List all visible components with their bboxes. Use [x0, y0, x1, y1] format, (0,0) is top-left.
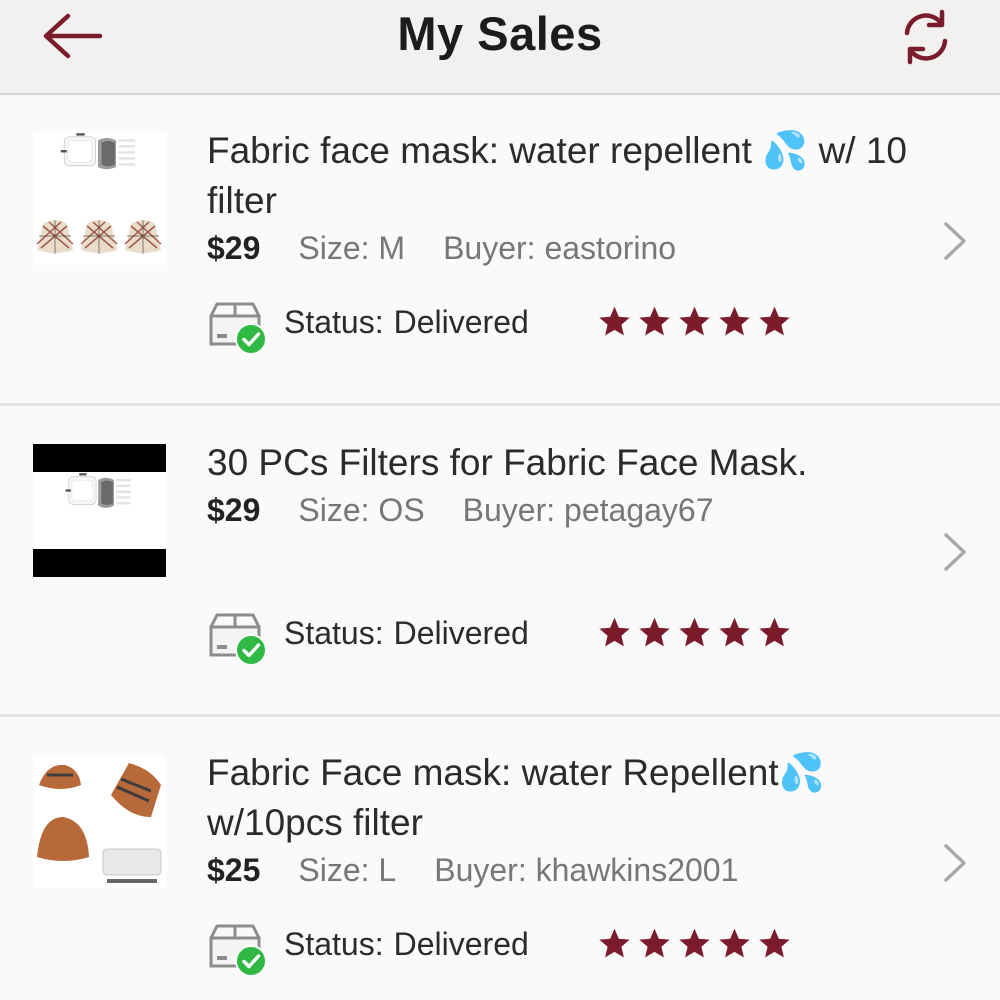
star-icon	[757, 615, 792, 650]
sale-row[interactable]: Fabric face mask: water repellent 💦 w/ 1…	[0, 95, 1000, 406]
star-icon	[757, 926, 792, 961]
product-thumbnail	[33, 755, 166, 888]
size: Size: OS	[298, 492, 425, 528]
star-icon	[597, 615, 632, 650]
star-icon	[717, 615, 752, 650]
status-text: Status: Delivered	[284, 926, 529, 963]
chevron-right-icon	[940, 842, 970, 884]
star-icon	[677, 304, 712, 339]
star-icon	[757, 304, 792, 339]
chevron-right-icon	[940, 220, 970, 262]
star-icon	[637, 926, 672, 961]
star-icon	[597, 304, 632, 339]
sale-meta: $29 Size: OS Buyer: petagay67	[207, 488, 927, 532]
price: $25	[207, 852, 261, 888]
sale-row[interactable]: 30 PCs Filters for Fabric Face Mask. $29…	[0, 406, 1000, 717]
app-header: My Sales	[0, 0, 1000, 95]
status-value: Delivered	[393, 304, 529, 340]
star-icon	[637, 304, 672, 339]
item-title: Fabric Face mask: water Repellent💦 w/10p…	[207, 752, 825, 843]
delivered-box-icon	[207, 922, 269, 978]
status-label: Status:	[284, 304, 384, 340]
refresh-icon	[904, 9, 948, 65]
star-icon	[677, 926, 712, 961]
price: $29	[207, 230, 261, 266]
star-rating	[597, 926, 792, 964]
status-label: Status:	[284, 926, 384, 962]
chevron-right-icon	[940, 531, 970, 573]
sale-meta: $25 Size: L Buyer: khawkins2001	[207, 848, 927, 892]
status-value: Delivered	[393, 615, 529, 651]
item-title: Fabric face mask: water repellent 💦 w/ 1…	[207, 130, 908, 221]
star-rating	[597, 615, 792, 653]
buyer: Buyer: eastorino	[443, 230, 677, 266]
product-thumbnail	[33, 132, 166, 265]
sale-details: Fabric face mask: water repellent 💦 w/ 1…	[207, 126, 927, 270]
sale-row[interactable]: Fabric Face mask: water Repellent💦 w/10p…	[0, 717, 1000, 1000]
status-line: Status: Delivered	[207, 922, 847, 978]
buyer: Buyer: petagay67	[462, 492, 714, 528]
delivered-box-icon	[207, 300, 269, 356]
sale-details: 30 PCs Filters for Fabric Face Mask. $29…	[207, 438, 927, 532]
star-icon	[597, 926, 632, 961]
status-value: Delivered	[393, 926, 529, 962]
size: Size: L	[298, 852, 397, 888]
price: $29	[207, 492, 261, 528]
star-icon	[677, 615, 712, 650]
product-thumbnail	[33, 444, 166, 577]
sale-details: Fabric Face mask: water Repellent💦 w/10p…	[207, 748, 927, 892]
delivered-box-icon	[207, 611, 269, 667]
item-title: 30 PCs Filters for Fabric Face Mask.	[207, 442, 808, 483]
size: Size: M	[298, 230, 406, 266]
status-line: Status: Delivered	[207, 611, 847, 667]
page-title: My Sales	[397, 7, 603, 60]
status-label: Status:	[284, 615, 384, 651]
star-icon	[717, 304, 752, 339]
star-rating	[597, 304, 792, 342]
sale-meta: $29 Size: M Buyer: eastorino	[207, 226, 927, 270]
status-line: Status: Delivered	[207, 300, 847, 356]
star-icon	[717, 926, 752, 961]
buyer: Buyer: khawkins2001	[434, 852, 739, 888]
status-text: Status: Delivered	[284, 615, 529, 652]
status-text: Status: Delivered	[284, 304, 529, 341]
sales-list: Fabric face mask: water repellent 💦 w/ 1…	[0, 95, 1000, 1000]
star-icon	[637, 615, 672, 650]
refresh-button[interactable]	[895, 6, 957, 68]
